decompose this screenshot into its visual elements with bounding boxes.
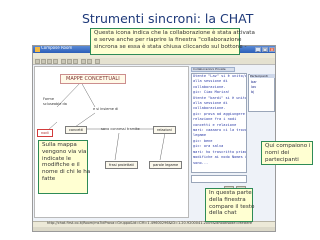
- callout-line: vengono via via: [42, 148, 87, 155]
- tool-paste-icon[interactable]: [73, 59, 78, 64]
- callout-line: In questa parte: [209, 190, 252, 196]
- chat-input[interactable]: [191, 175, 247, 183]
- link-label-costituita: e si insieme di: [93, 107, 119, 111]
- node-concetti[interactable]: concetti: [65, 126, 88, 134]
- callout-line: Qui compaiono i: [265, 143, 311, 149]
- collaboration-header: Collaborazioni Private: [191, 67, 235, 72]
- node-relazioni[interactable]: relazioni: [153, 126, 176, 134]
- close-icon[interactable]: ×: [269, 47, 275, 52]
- tool-undo-icon[interactable]: [81, 59, 86, 64]
- tool-open-icon[interactable]: [41, 59, 46, 64]
- slide-title: Strumenti sincroni: la CHAT: [82, 11, 254, 26]
- toolbar: [33, 58, 275, 65]
- participant-item[interactable]: bar: [251, 80, 257, 84]
- callout-line: Sulla mappa: [42, 142, 77, 148]
- maximize-icon[interactable]: □: [262, 47, 268, 52]
- window-title: Compose Room: [41, 45, 73, 50]
- node-forme[interactable]: Forme scluseable da: [43, 97, 67, 106]
- tool-copy-icon[interactable]: [67, 59, 72, 64]
- participant-item[interactable]: bj: [251, 90, 254, 94]
- callout-collaboration-icon: Questa icona indica che la collaborazion…: [90, 28, 255, 55]
- tool-save-icon[interactable]: [47, 59, 52, 64]
- link-label-sono: sono connessi tramite: [101, 127, 140, 131]
- callout-line: e serve anche per riaprire la finestra "…: [94, 36, 242, 43]
- callout-chat-text: In questa parte della finestra compare i…: [205, 188, 255, 222]
- map-root-node[interactable]: MAPPE CONCETTUALI: [60, 74, 126, 84]
- callout-line: nomi dei: [265, 149, 290, 156]
- tool-new-icon[interactable]: [35, 59, 40, 64]
- callout-map-changes: Sulla mappa vengono via via indicate le …: [38, 140, 91, 194]
- tool-zoom-icon[interactable]: [95, 59, 100, 64]
- chat-line: modifiche ai nodo Nomes i: [193, 155, 247, 160]
- tool-redo-icon[interactable]: [87, 59, 92, 64]
- callout-line: compare il testo: [209, 203, 255, 210]
- callout-line: indicate le: [42, 155, 72, 162]
- chat-log[interactable]: Utente "Lav" si è unito/a alla sessione …: [191, 73, 247, 173]
- node-parole[interactable]: parole legame: [149, 161, 183, 169]
- tool-cut-icon[interactable]: [61, 59, 66, 64]
- participants-title: Partecipanti: [250, 74, 275, 78]
- collaboration-title: Collaborazioni Private: [193, 67, 226, 71]
- callout-line: della chat: [209, 210, 237, 217]
- callout-participants: Qui compaiono i nomi dei partecipanti: [261, 141, 313, 165]
- slide: Strumenti sincroni: la CHAT Compose Room…: [0, 0, 320, 240]
- participants-list: Partecipanti bar lav bj: [248, 74, 275, 112]
- node-frasi[interactable]: frasi proiettati: [105, 161, 138, 169]
- participant-item[interactable]: lav: [251, 85, 256, 89]
- app-icon: [35, 47, 40, 52]
- chat-line: sono...: [193, 160, 209, 165]
- tool-print-icon[interactable]: [53, 59, 58, 64]
- callout-line: modifiche e il: [42, 162, 80, 169]
- minimize-icon[interactable]: _: [255, 47, 261, 52]
- taskbar: [33, 227, 275, 231]
- node-nodi[interactable]: nodi: [37, 129, 53, 137]
- callout-line: partecipanti: [265, 156, 299, 163]
- callout-line: della finestra: [209, 196, 246, 203]
- callout-line: nome di chi le ha: [42, 169, 91, 176]
- callout-line: fatte: [42, 175, 56, 182]
- callout-line: sincrona se essa è stata chiusa cliccand…: [94, 43, 247, 50]
- callout-line: Questa icona indica che la collaborazion…: [94, 30, 255, 36]
